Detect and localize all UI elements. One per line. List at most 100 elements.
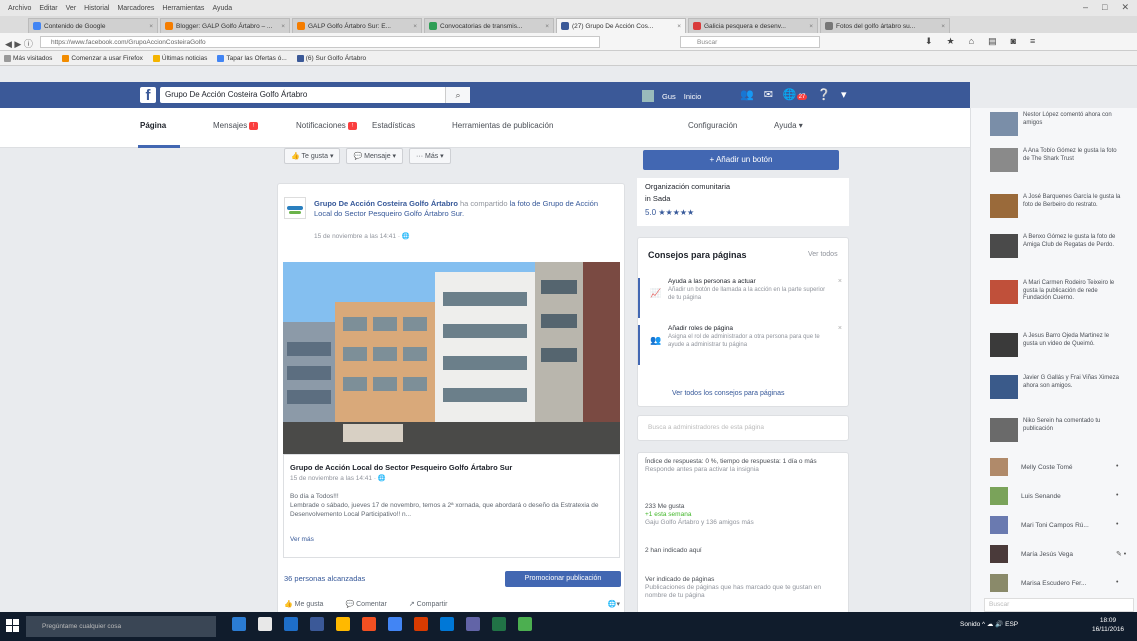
tab-close-icon[interactable]: × (677, 23, 681, 30)
tab-close-icon[interactable]: × (545, 23, 549, 30)
home-link[interactable]: Inicio (684, 92, 702, 101)
tab-close-icon[interactable]: × (809, 23, 813, 30)
home-icon[interactable]: ⌂ (969, 36, 974, 47)
tip-close-icon[interactable]: × (838, 278, 842, 285)
more-button[interactable]: ··· Más ▾ (409, 148, 451, 164)
menu-item[interactable]: Historial (84, 5, 109, 12)
post-author[interactable]: Grupo De Acción Costeira Golfo Ártabro (314, 199, 458, 208)
menu-item[interactable]: Editar (39, 5, 57, 12)
tab-herramientas-de-publicaci-n[interactable]: Herramientas de publicación (452, 121, 553, 130)
post-date[interactable]: 15 de noviembre a las 14:41 · 🌐 (314, 232, 410, 240)
stat-row[interactable]: 2 han indicado aquí (645, 547, 840, 555)
tips-see-all-link[interactable]: Ver todos (808, 251, 838, 258)
shared-link-title[interactable]: Grupo de Acción Local do Sector Pesqueir… (290, 463, 610, 472)
tab-ayuda[interactable]: Ayuda ▾ (774, 121, 803, 130)
help-icon[interactable]: ❔ (817, 88, 831, 101)
taskbar-app-icon[interactable] (414, 617, 428, 631)
chat-contact[interactable]: María Jesús Vega ✎ • (990, 545, 1130, 565)
taskbar-app-icon[interactable] (440, 617, 454, 631)
tab-mensajes[interactable]: Mensajes! (213, 121, 259, 130)
cortana-search-input[interactable]: Pregúntame cualquier cosa (26, 616, 216, 637)
taskbar-app-icon[interactable] (284, 617, 298, 631)
menu-item[interactable]: Marcadores (117, 5, 154, 12)
download-icon[interactable]: ⬇ (925, 36, 933, 47)
tab-estad-sticas[interactable]: Estadísticas (372, 121, 415, 130)
chat-contact[interactable]: Mari Toni Campos Rú... • (990, 516, 1130, 536)
system-tray[interactable]: Sonido ^ ☁ 🔊 ESP (960, 620, 1018, 628)
tab-close-icon[interactable]: × (941, 23, 945, 30)
account-menu-icon[interactable]: ▾ (841, 88, 847, 101)
facebook-user-area[interactable]: Gus Inicio (642, 90, 701, 102)
search-icon[interactable]: ⌕ (445, 87, 470, 103)
chat-search-input[interactable]: Buscar (984, 598, 1134, 612)
chat-contact[interactable]: Marisa Escudero Fer... • (990, 574, 1130, 594)
tip-title[interactable]: Añadir roles de página (668, 325, 828, 332)
minimize-icon[interactable]: – (1083, 2, 1088, 13)
post-reach[interactable]: 36 personas alcanzadas (284, 574, 365, 583)
facebook-notification-icons[interactable]: 👥 ✉ 🌐 27 ❔ ▾ (740, 88, 847, 101)
taskbar-app-icon[interactable] (362, 617, 376, 631)
menu-item[interactable]: Ver (66, 5, 77, 12)
add-button-button[interactable]: + Añadir un botón (643, 150, 839, 170)
message-button[interactable]: 💬 Mensaje ▾ (346, 148, 404, 164)
pocket-icon[interactable]: ◙ (1011, 36, 1016, 47)
bookmark-item[interactable]: Últimas noticias (152, 54, 207, 62)
browser-search-input[interactable]: Buscar (680, 36, 820, 48)
browser-tab[interactable]: GALP Golfo Ártabro Sur: E... × (292, 18, 422, 33)
see-more-link[interactable]: Ver más (290, 536, 314, 543)
browser-tab[interactable]: Blogger: GALP Golfo Ártabro – ... × (160, 18, 290, 33)
comment-action[interactable]: 💬 Comentar (345, 600, 386, 608)
promote-post-button[interactable]: Promocionar publicación (505, 571, 621, 587)
taskbar-app-icon[interactable] (492, 617, 506, 631)
bookmark-item[interactable]: Más visitados (4, 54, 52, 62)
tab-close-icon[interactable]: × (413, 23, 417, 30)
stat-row[interactable]: Ver indicado de páginas Publicaciones de … (645, 576, 840, 600)
browser-tab[interactable]: Convocatorias de transmis... × (424, 18, 554, 33)
taskbar-app-icon[interactable] (232, 617, 246, 631)
all-tips-link[interactable]: Ver todos los consejos para páginas (672, 390, 784, 397)
taskbar-app-icon[interactable] (518, 617, 532, 631)
library-icon[interactable]: ▤ (988, 36, 997, 47)
admin-search-input[interactable]: Busca a administradores de esta página (648, 424, 764, 431)
tab-close-icon[interactable]: × (281, 23, 285, 30)
stat-row[interactable]: 233 Me gusta +1 esta semana Gaju Golfo Árt… (645, 503, 840, 527)
taskbar-app-icon[interactable] (258, 617, 272, 631)
tab-close-icon[interactable]: × (149, 23, 153, 30)
menu-item[interactable]: Ayuda (212, 5, 232, 12)
maximize-icon[interactable]: □ (1102, 2, 1107, 13)
browser-tab[interactable]: (27) Grupo De Acción Cos... × (556, 18, 686, 33)
menu-item[interactable]: Herramientas (162, 5, 204, 12)
tip-title[interactable]: Ayuda a las personas a actuar (668, 278, 828, 285)
chat-contact[interactable]: Luis Senande • (990, 487, 1130, 507)
like-action[interactable]: 👍 Me gusta (284, 600, 323, 608)
tab-p-gina[interactable]: Página (140, 121, 166, 130)
menu-icon[interactable]: ≡ (1030, 36, 1035, 47)
back-forward-icons[interactable]: ◀ ▶ ⓘ (5, 37, 33, 50)
menu-item[interactable]: Archivo (8, 5, 31, 12)
friend-requests-icon[interactable]: 👥 (740, 88, 754, 101)
facebook-logo-icon[interactable]: f (140, 87, 156, 104)
taskbar-app-icon[interactable] (336, 617, 350, 631)
taskbar-app-icon[interactable] (466, 617, 480, 631)
taskbar-app-icon[interactable] (388, 617, 402, 631)
bookmark-item[interactable]: Comenzar a usar Firefox (62, 54, 143, 62)
chat-contact[interactable]: Melly Coste Tomé • (990, 458, 1130, 478)
messages-icon[interactable]: ✉ (764, 88, 773, 101)
bookmark-item[interactable]: Tapar las Ofertas ó... (217, 54, 287, 62)
avatar[interactable] (642, 90, 654, 102)
taskbar-clock[interactable]: 18:09 16/11/2016 (1092, 616, 1124, 634)
url-input[interactable]: https://www.facebook.com/GrupoAccionCost… (40, 36, 600, 48)
stat-row[interactable]: Índice de respuesta: 0 %, tiempo de resp… (645, 458, 840, 474)
user-name[interactable]: Gus (662, 92, 676, 101)
page-logo-icon[interactable] (284, 197, 306, 219)
like-button[interactable]: 👍 Te gusta ▾ (284, 148, 341, 164)
post-photo[interactable] (283, 262, 620, 454)
audience-icon[interactable]: 🌐▾ (608, 600, 620, 608)
facebook-search-input[interactable]: Grupo De Acción Costeira Golfo Ártabro (160, 87, 470, 103)
page-tip[interactable]: 📈 Ayuda a las personas a actuar Añadir un … (638, 278, 848, 318)
bookmark-icon[interactable]: ★ (947, 36, 955, 47)
page-rating[interactable]: 5.0 ★★★★★ (645, 208, 694, 217)
browser-toolbar-icons[interactable]: ⬇ ★ ⌂ ▤ ◙ ≡ (925, 36, 1035, 47)
bookmark-item[interactable]: (6) Sur Golfo Ártabro (296, 54, 366, 62)
browser-tab[interactable]: Contenido de Google × (28, 18, 158, 33)
